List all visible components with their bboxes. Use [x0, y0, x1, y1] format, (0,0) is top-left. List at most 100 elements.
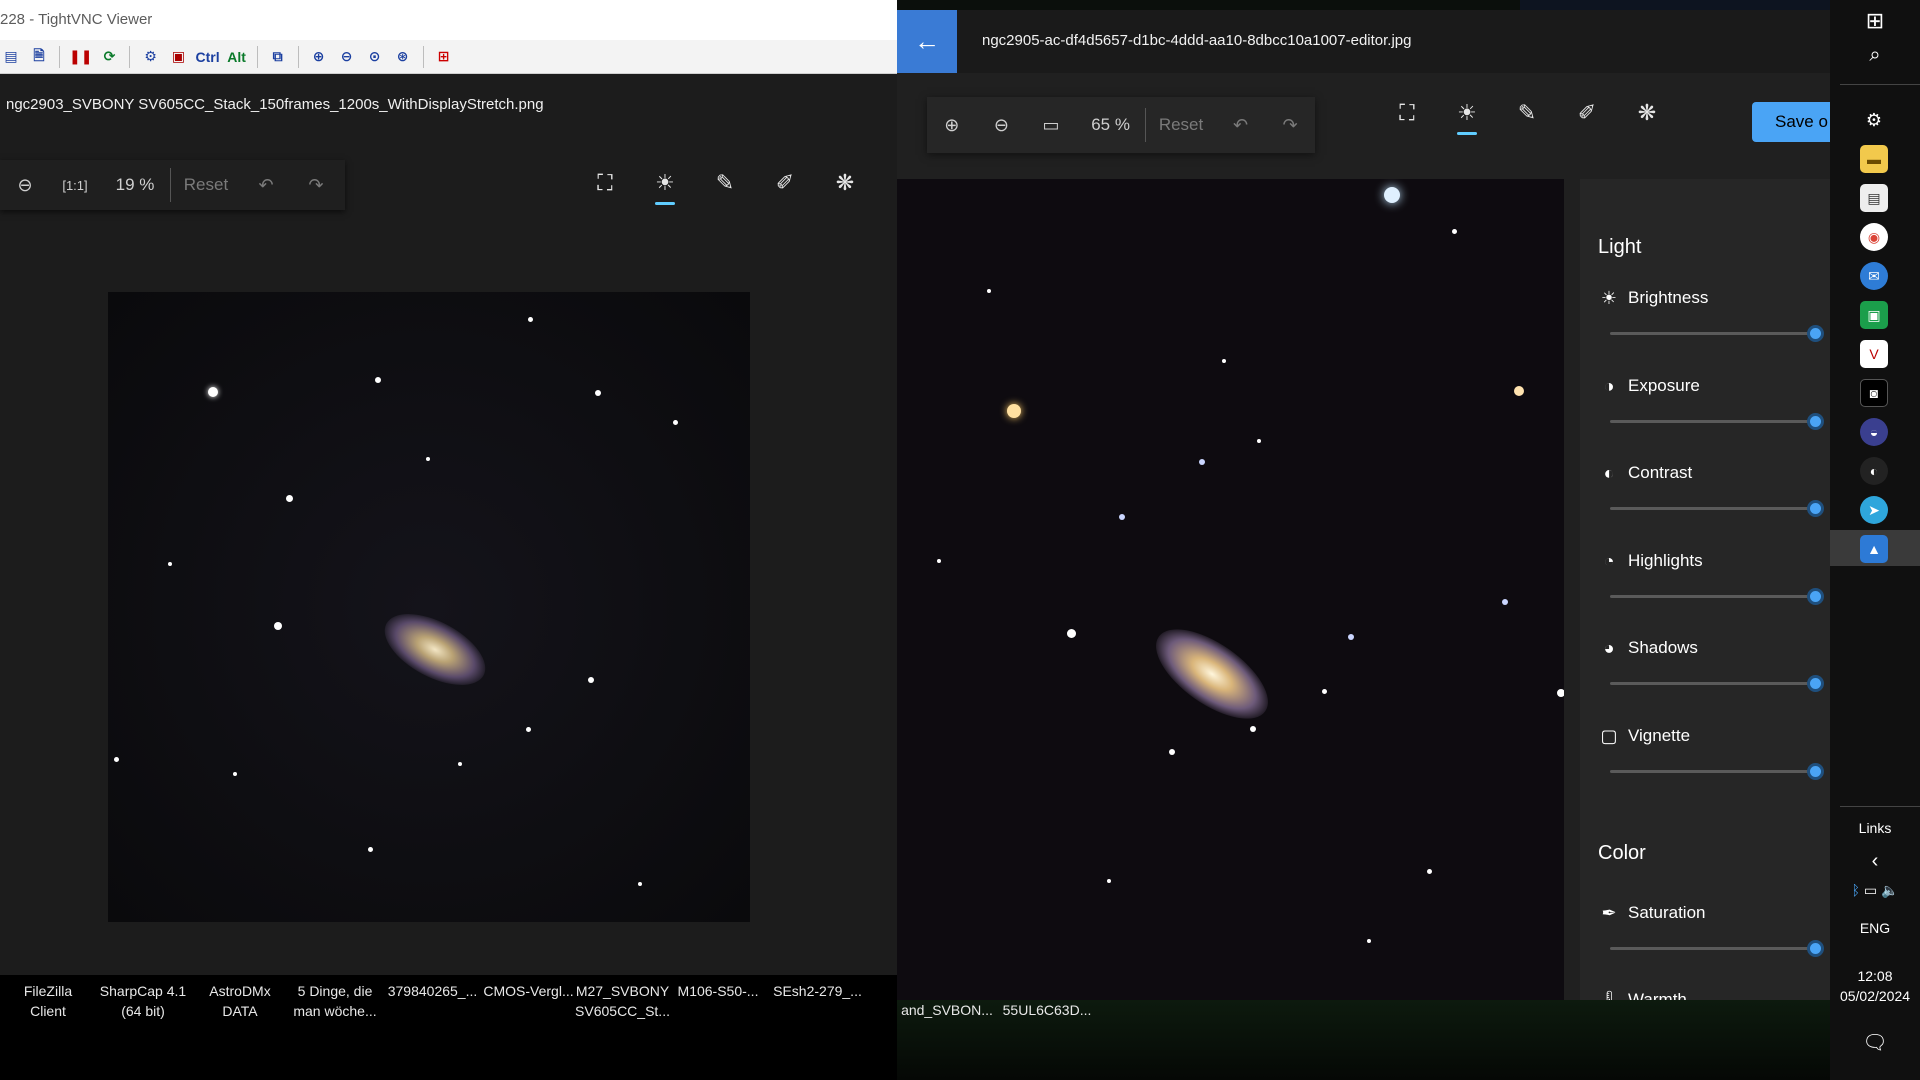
slider-thumb[interactable]: [1807, 675, 1824, 692]
color-section-heading: Color: [1598, 842, 1646, 864]
telegram-icon[interactable]: ➤: [1860, 496, 1888, 524]
moon-app-icon[interactable]: ◐: [1860, 457, 1888, 485]
save-session-icon[interactable]: 🗎: [28, 46, 50, 68]
taskbar-item[interactable]: CMOS-Vergl...: [481, 981, 576, 1001]
zoom-out-icon[interactable]: ⊖: [336, 46, 358, 68]
slider-thumb[interactable]: [1807, 325, 1824, 342]
taskbar-item[interactable]: FileZilla Client: [18, 981, 78, 1021]
undo-icon[interactable]: ↶: [241, 175, 291, 196]
clock-date[interactable]: 05/02/2024: [1830, 988, 1920, 1004]
settings-icon[interactable]: ⚙: [1860, 106, 1888, 134]
slider-thumb[interactable]: [1807, 413, 1824, 430]
send-alt-button[interactable]: Alt: [226, 46, 248, 68]
actual-size-icon[interactable]: [1:1]: [50, 178, 100, 193]
photos-icon[interactable]: ▲: [1860, 535, 1888, 563]
brightness-slider[interactable]: [1610, 325, 1824, 342]
crop-icon[interactable]: ⛶: [585, 170, 625, 205]
app-icon[interactable]: ▣: [1860, 301, 1888, 329]
slider-thumb[interactable]: [1807, 940, 1824, 957]
fullscreen-icon[interactable]: ⊞: [433, 46, 455, 68]
filter-icon[interactable]: ❋: [1627, 100, 1667, 126]
taskbar-label: CMOS-Vergl...: [483, 983, 574, 999]
connection-info-icon[interactable]: ▣: [167, 46, 189, 68]
taskbar-item[interactable]: SharpCap 4.1 (64 bit): [98, 981, 188, 1021]
remote-taskbar: FileZilla Client SharpCap 4.1 (64 bit) Ast…: [0, 975, 897, 1080]
new-connection-icon[interactable]: ▤: [0, 46, 22, 68]
notifications-icon[interactable]: 🗨: [1830, 1030, 1920, 1055]
taskbar-item[interactable]: SEsh2-279_...: [770, 981, 865, 1001]
saturation-slider[interactable]: [1610, 940, 1824, 957]
zoom-in-icon[interactable]: ⊕: [308, 46, 330, 68]
taskbar-item[interactable]: M27_SVBONY SV605CC_St...: [575, 981, 670, 1021]
taskbar-item[interactable]: 55UL6C63D...: [997, 1000, 1097, 1020]
network-icon[interactable]: ▭: [1864, 882, 1877, 898]
crop-icon[interactable]: ⛶: [1387, 100, 1427, 126]
editor-header: ← ngc2905-ac-df4d5657-d1bc-4ddd-aa10-8db…: [897, 10, 1830, 73]
taskbar-label: Client: [30, 1003, 66, 1019]
taskbar-item[interactable]: and_SVBON...: [897, 1000, 997, 1020]
draw-icon[interactable]: ✐: [1567, 100, 1607, 126]
zoom-out-icon[interactable]: ⊖: [977, 115, 1027, 136]
slider-thumb[interactable]: [1807, 588, 1824, 605]
pause-icon[interactable]: ❚❚: [69, 46, 92, 68]
windows-logo-icon: ⊞: [1865, 8, 1885, 33]
slider-thumb[interactable]: [1807, 763, 1824, 780]
taskbar-label: DATA: [222, 1003, 258, 1019]
zoom-100-icon[interactable]: ⊙: [364, 46, 386, 68]
highlights-slider[interactable]: [1610, 588, 1824, 605]
vnc-title-bar[interactable]: 228 - TightVNC Viewer: [0, 0, 897, 40]
slider-thumb[interactable]: [1807, 500, 1824, 517]
zoom-fit-icon[interactable]: ⊛: [392, 46, 414, 68]
redo-icon[interactable]: ↷: [1265, 115, 1315, 136]
vignette-slider[interactable]: [1610, 763, 1824, 780]
markup-icon[interactable]: ✎: [705, 170, 745, 205]
contrast-slider[interactable]: [1610, 500, 1824, 517]
bluetooth-icon[interactable]: ᛒ: [1852, 882, 1860, 898]
clipboard-icon[interactable]: ⧉: [267, 46, 289, 68]
thunderbird-icon[interactable]: ✉: [1860, 262, 1888, 290]
adjust-icon[interactable]: ☀: [645, 170, 685, 205]
vnc-title-text: 228 - TightVNC Viewer: [0, 11, 153, 28]
clock-time[interactable]: 12:08: [1830, 968, 1920, 984]
volume-icon[interactable]: 🔈: [1881, 882, 1898, 898]
tray-icons[interactable]: ᛒ ▭ 🔈: [1830, 882, 1920, 899]
send-ctrl-button[interactable]: Ctrl: [195, 46, 219, 68]
reset-button[interactable]: Reset: [1146, 115, 1215, 135]
taskbar-item[interactable]: 379840265_...: [385, 981, 480, 1001]
language-indicator[interactable]: ENG: [1830, 920, 1920, 936]
notepad-icon[interactable]: ▤: [1860, 184, 1888, 212]
redo-icon[interactable]: ↷: [291, 175, 341, 196]
adjust-icon[interactable]: ☀: [1447, 100, 1487, 135]
exposure-slider[interactable]: [1610, 413, 1824, 430]
windows-taskbar: ⊞ ⌕ ⚙ ▬ ▤ ◉ ✉ ▣ V ◙ ◒ ◐ ➤ ▲ Links ‹ ᛒ ▭ …: [1830, 0, 1920, 1080]
back-button[interactable]: ←: [897, 10, 957, 73]
vnc-icon[interactable]: V: [1860, 340, 1888, 368]
remote-photo-filename: ngc2903_SVBONY SV605CC_Stack_150frames_1…: [6, 96, 544, 113]
taskbar-item[interactable]: M106-S50-...: [673, 981, 763, 1001]
camera-app-icon[interactable]: ◙: [1860, 379, 1888, 407]
markup-icon[interactable]: ✎: [1507, 100, 1547, 126]
fit-to-window-icon[interactable]: ▭: [1026, 115, 1076, 136]
zoom-in-icon[interactable]: ⊕: [927, 115, 977, 136]
shadows-icon: ◕: [1603, 638, 1615, 658]
undo-icon[interactable]: ↶: [1216, 115, 1266, 136]
stellarium-icon[interactable]: ◒: [1860, 418, 1888, 446]
search-button[interactable]: ⌕: [1830, 44, 1920, 67]
links-toolbar[interactable]: Links: [1830, 820, 1920, 836]
refresh-icon[interactable]: ⟳: [98, 46, 120, 68]
start-button[interactable]: ⊞: [1830, 8, 1920, 34]
taskbar-label: M106-S50-...: [677, 983, 759, 999]
reset-button[interactable]: Reset: [171, 175, 241, 195]
chevron-left-icon[interactable]: ‹: [1830, 850, 1920, 873]
options-icon[interactable]: ⚙: [139, 46, 161, 68]
zoom-out-icon[interactable]: ⊖: [0, 175, 50, 196]
taskbar-item[interactable]: AstroDMx DATA: [200, 981, 280, 1021]
draw-icon[interactable]: ✐: [765, 170, 805, 205]
file-explorer-icon[interactable]: ▬: [1860, 145, 1888, 173]
save-button[interactable]: Save o: [1752, 102, 1830, 142]
chrome-icon[interactable]: ◉: [1860, 223, 1888, 251]
taskbar-item[interactable]: 5 Dinge, die man wöche...: [290, 981, 380, 1021]
shadows-slider[interactable]: [1610, 675, 1824, 692]
filter-icon[interactable]: ❋: [825, 170, 865, 205]
remote-galaxy-image: [108, 292, 750, 922]
